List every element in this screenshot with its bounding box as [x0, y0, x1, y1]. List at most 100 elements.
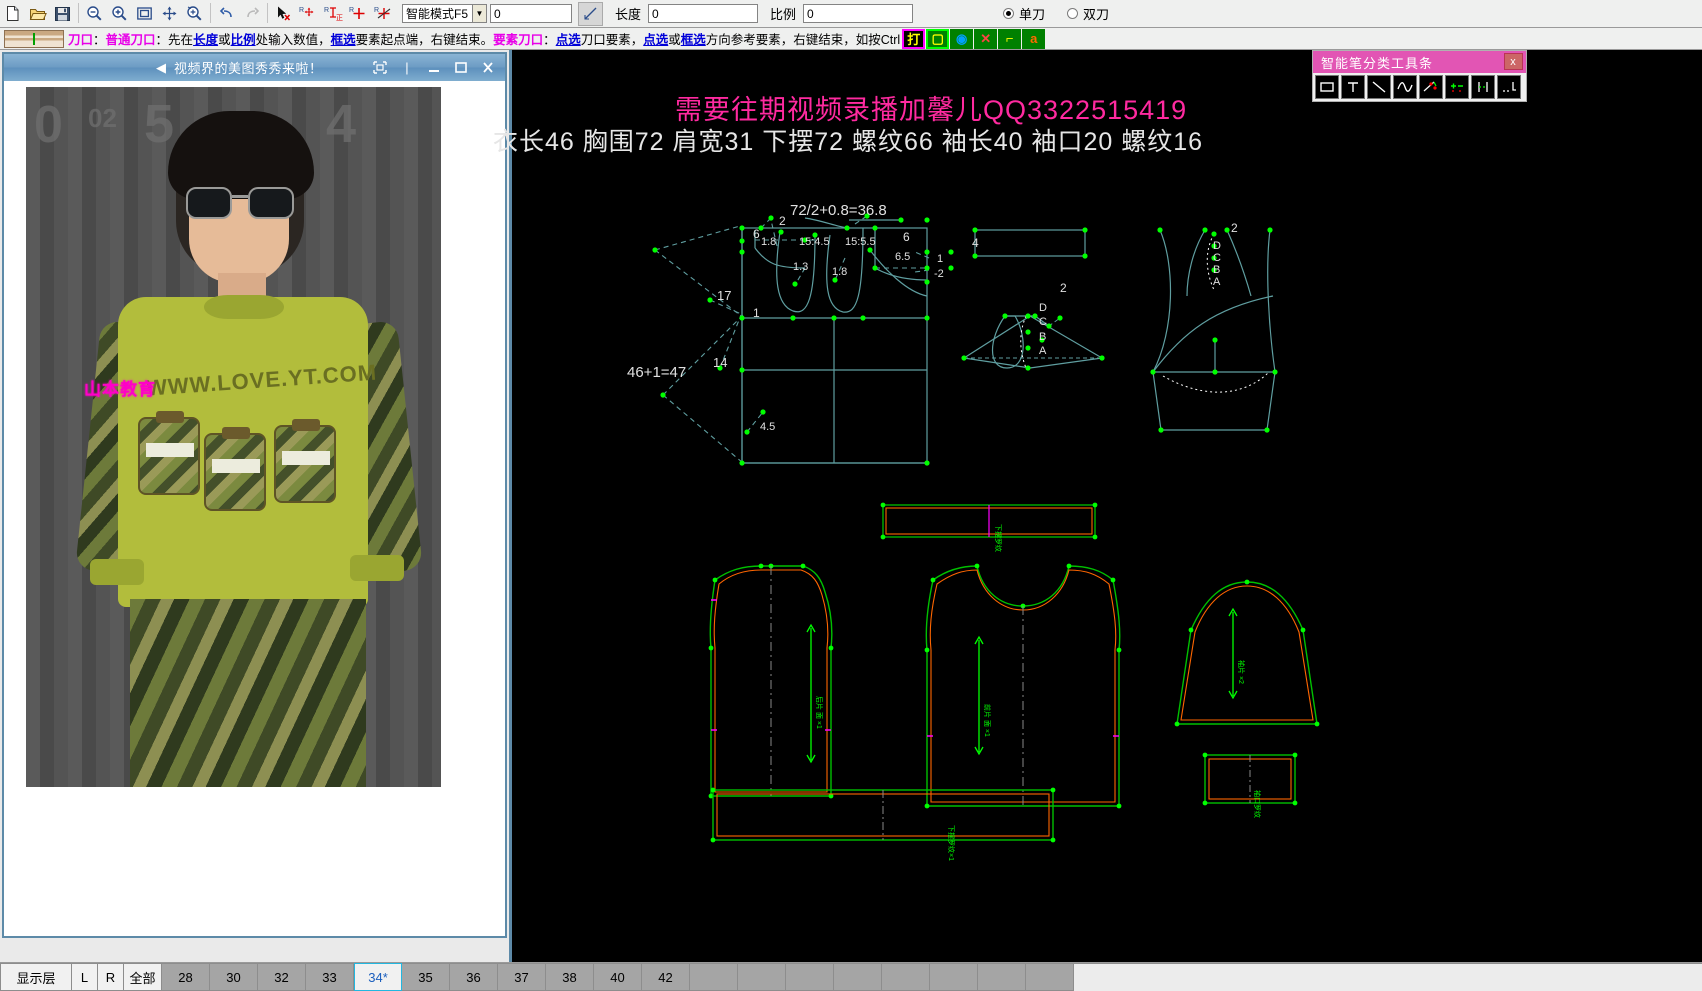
zoom-in-button[interactable]	[107, 2, 132, 26]
cad-annotation-9: 1.3	[793, 261, 809, 273]
hint-segment-6[interactable]: 比例	[231, 33, 256, 47]
photo-bg-number-02: 02	[88, 103, 117, 133]
size-button-42[interactable]: 42	[642, 963, 690, 991]
maximize-icon[interactable]	[448, 57, 474, 79]
length-input[interactable]: 0	[648, 4, 759, 23]
open-file-button[interactable]	[25, 2, 50, 26]
left-pane: ◀ 视频界的美图秀秀来啦！ | 0 02 5 4 WWW.LOVE.YT.COM…	[0, 50, 512, 962]
state-text[interactable]: a	[1022, 28, 1046, 49]
cad-drawing-area[interactable]: 需要往期视频录播加馨儿QQ3322515419 衣长46 胸围72 肩宽31 下…	[493, 50, 1702, 962]
svg-text:正: 正	[336, 14, 343, 22]
size-button-empty-0[interactable]	[690, 963, 738, 991]
restore-icon[interactable]	[367, 57, 393, 79]
rectangle-tool-icon[interactable]	[1315, 75, 1339, 99]
hint-segment-2: 普通刀口	[105, 33, 156, 47]
ratio-label: 比例	[770, 7, 797, 22]
line-tool-icon[interactable]	[1367, 75, 1391, 99]
all-sizes-button[interactable]: 全部	[124, 963, 162, 991]
ratio-input[interactable]: 0	[803, 4, 914, 23]
hint-segment-4[interactable]: 长度	[193, 33, 218, 47]
hint-segment-15: 或	[668, 33, 681, 47]
size-button-empty-1[interactable]	[738, 963, 786, 991]
point-add-button[interactable]: R	[346, 2, 371, 26]
new-file-button[interactable]	[0, 2, 25, 26]
size-button-36[interactable]: 36	[450, 963, 498, 991]
state-rect[interactable]: ▢	[926, 28, 950, 49]
hint-segment-16[interactable]: 框选	[681, 33, 706, 47]
size-button-32[interactable]: 32	[258, 963, 306, 991]
undo-button[interactable]	[214, 2, 239, 26]
point-move-tool-icon[interactable]	[1419, 75, 1443, 99]
pan-button[interactable]	[157, 2, 182, 26]
photo-collar	[204, 295, 284, 319]
size-button-empty-6[interactable]	[978, 963, 1026, 991]
palette-close-button[interactable]: x	[1504, 53, 1523, 70]
size-button-40[interactable]: 40	[594, 963, 642, 991]
size-button-empty-7[interactable]	[1026, 963, 1074, 991]
save-file-button[interactable]	[50, 2, 75, 26]
cad-annotation-20: D	[1039, 302, 1047, 314]
angle-icon-button[interactable]	[578, 1, 603, 26]
point-remove-button[interactable]: R	[371, 2, 396, 26]
svg-text:下摆罗纹: 下摆罗纹	[994, 524, 1003, 552]
svg-text:R: R	[299, 7, 304, 14]
size-button-empty-2[interactable]	[786, 963, 834, 991]
perpendicular-tool-icon[interactable]	[1341, 75, 1365, 99]
size-button-37[interactable]: 37	[498, 963, 546, 991]
size-button-empty-4[interactable]	[882, 963, 930, 991]
plus-minus-tool-icon[interactable]	[1445, 75, 1469, 99]
photo-patch-3	[274, 419, 336, 503]
point-align-button[interactable]: R 正	[321, 2, 346, 26]
size-button-35[interactable]: 35	[402, 963, 450, 991]
hint-segment-8[interactable]: 框选	[331, 33, 356, 47]
zoom-out-button[interactable]	[82, 2, 107, 26]
right-toggle[interactable]: R	[98, 963, 124, 991]
minimize-icon[interactable]	[421, 57, 447, 79]
mode-value-input[interactable]: 0	[490, 4, 572, 23]
image-window-titlebar[interactable]: ◀ 视频界的美图秀秀来啦！ |	[4, 54, 505, 81]
double-blade-radio[interactable]: 双刀	[1067, 4, 1109, 23]
dashed-h-tool-icon[interactable]	[1471, 75, 1495, 99]
select-delete-button[interactable]	[271, 2, 296, 26]
hint-segment-12[interactable]: 点选	[556, 33, 581, 47]
cad-annotation-6: 15:5.5	[845, 236, 876, 248]
photo-bg-number-4: 4	[326, 94, 357, 154]
size-button-empty-5[interactable]	[930, 963, 978, 991]
size-button-30[interactable]: 30	[210, 963, 258, 991]
curve-tool-icon[interactable]	[1393, 75, 1417, 99]
radio-dot-double	[1067, 8, 1079, 19]
svg-text:袖口罗纹: 袖口罗纹	[1253, 790, 1262, 818]
size-button-33[interactable]: 33	[306, 963, 354, 991]
cad-annotation-24: D	[1213, 240, 1221, 252]
bottom-spacer	[1074, 963, 1702, 991]
single-blade-radio[interactable]: 单刀	[1003, 4, 1045, 23]
point-move-button[interactable]: R	[296, 2, 321, 26]
zoom-region-button[interactable]	[182, 2, 207, 26]
cad-annotation-0: 72/2+0.8=36.8	[790, 202, 887, 219]
mode-select[interactable]: 智能模式F5 ▼	[402, 4, 487, 23]
size-button-34star[interactable]: 34*	[354, 963, 402, 991]
chevron-down-icon[interactable]: ▼	[472, 5, 486, 22]
cad-annotation-21: C	[1039, 316, 1047, 328]
blank-cell-group	[690, 963, 1074, 991]
cad-annotation-10: 1.8	[832, 266, 848, 278]
size-button-empty-3[interactable]	[834, 963, 882, 991]
hint-text: 刀口：普通刀口：先在长度或比例处输入数值，框选要素起点端，右键结束。要素刀口：点…	[68, 29, 900, 48]
cad-annotation-13: -2	[934, 268, 944, 280]
state-cut-active[interactable]: 打	[902, 28, 926, 49]
state-point[interactable]: ◉	[950, 28, 974, 49]
svg-text:袖片 ×2: 袖片 ×2	[1237, 660, 1246, 684]
size-button-38[interactable]: 38	[546, 963, 594, 991]
zoom-fit-button[interactable]	[132, 2, 157, 26]
state-cross[interactable]: ✕	[974, 28, 998, 49]
hint-segment-14[interactable]: 点选	[643, 33, 668, 47]
state-axis[interactable]: ⌐	[998, 28, 1022, 49]
left-toggle[interactable]: L	[72, 963, 98, 991]
palette-titlebar[interactable]: 智能笔分类工具条 x	[1313, 51, 1526, 73]
offset-tool-icon[interactable]	[1497, 75, 1521, 99]
close-icon[interactable]	[475, 57, 501, 79]
smart-pen-palette[interactable]: 智能笔分类工具条 x	[1312, 50, 1527, 102]
size-button-28[interactable]: 28	[162, 963, 210, 991]
redo-button[interactable]	[239, 2, 264, 26]
size-bar: 显示层 L R 全部 28 30 32 33 34* 35 36 37 38 40 42	[0, 962, 1702, 991]
